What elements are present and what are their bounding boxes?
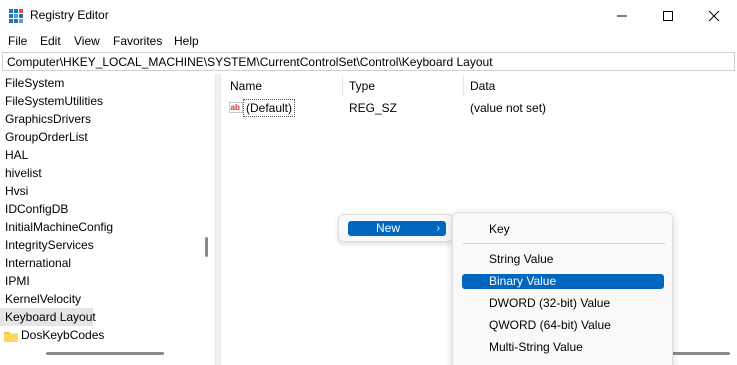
menu-favorites[interactable]: Favorites bbox=[113, 34, 162, 48]
string-value-icon: ab bbox=[229, 100, 243, 114]
tree-item-label: DosKeybCodes bbox=[21, 328, 105, 342]
menu-item-binary-value[interactable]: Binary Value bbox=[462, 274, 664, 289]
tree-item-grouporderlist[interactable]: GroupOrderList bbox=[0, 128, 88, 146]
tree-item-hvsi[interactable]: Hvsi bbox=[0, 182, 28, 200]
close-button[interactable] bbox=[691, 0, 737, 31]
tree-item-initialmachineconfig[interactable]: InitialMachineConfig bbox=[0, 218, 113, 236]
minimize-button[interactable] bbox=[599, 0, 645, 31]
tree-item-keyboard-layout[interactable]: Keyboard Layout bbox=[0, 308, 96, 326]
menu-view[interactable]: View bbox=[74, 34, 100, 48]
new-submenu: Key String Value Binary Value DWORD (32-… bbox=[452, 212, 673, 365]
svg-text:ab: ab bbox=[231, 103, 240, 112]
column-divider[interactable] bbox=[342, 76, 343, 96]
title-bar: Registry Editor bbox=[0, 0, 737, 31]
chevron-right-icon: › bbox=[436, 223, 440, 234]
tree-item-hivelist[interactable]: hivelist bbox=[0, 164, 42, 182]
tree-item-idconfigdb[interactable]: IDConfigDB bbox=[0, 200, 68, 218]
tree-item-filesystemutilities[interactable]: FileSystemUtilities bbox=[0, 92, 103, 110]
tree-vertical-scrollbar[interactable] bbox=[205, 237, 208, 257]
tree-horizontal-scrollbar[interactable] bbox=[46, 352, 164, 355]
menu-item-string-value[interactable]: String Value bbox=[462, 252, 664, 267]
menu-bar: File Edit View Favorites Help bbox=[0, 31, 737, 51]
key-tree[interactable]: FileSystem FileSystemUtilities GraphicsD… bbox=[0, 74, 216, 365]
registry-editor-icon bbox=[8, 8, 24, 24]
value-data: (value not set) bbox=[470, 101, 547, 115]
tree-item-kernelvelocity[interactable]: KernelVelocity bbox=[0, 290, 81, 308]
menu-separator bbox=[463, 243, 665, 244]
address-bar[interactable]: Computer\HKEY_LOCAL_MACHINE\SYSTEM\Curre… bbox=[2, 52, 735, 71]
minimize-icon bbox=[617, 15, 627, 16]
list-horizontal-scrollbar[interactable] bbox=[670, 352, 730, 355]
menu-file[interactable]: File bbox=[8, 34, 27, 48]
context-menu: New › bbox=[338, 214, 454, 242]
menu-item-multi-string-value[interactable]: Multi-String Value bbox=[462, 340, 664, 355]
column-divider[interactable] bbox=[463, 76, 464, 96]
menu-item-dword-value[interactable]: DWORD (32-bit) Value bbox=[462, 296, 664, 311]
value-type: REG_SZ bbox=[349, 101, 398, 115]
menu-item-new[interactable]: New › bbox=[348, 221, 446, 236]
menu-item-key[interactable]: Key bbox=[462, 222, 664, 237]
column-header-name[interactable]: Name bbox=[230, 79, 262, 93]
tree-item-international[interactable]: International bbox=[0, 254, 71, 272]
folder-icon bbox=[4, 329, 18, 342]
tree-item-hal[interactable]: HAL bbox=[0, 146, 28, 164]
menu-help[interactable]: Help bbox=[174, 34, 199, 48]
maximize-button[interactable] bbox=[645, 0, 691, 31]
tree-item-integrityservices[interactable]: IntegrityServices bbox=[0, 236, 94, 254]
menu-edit[interactable]: Edit bbox=[40, 34, 61, 48]
menu-item-qword-value[interactable]: QWORD (64-bit) Value bbox=[462, 318, 664, 333]
menu-item-label: New bbox=[376, 221, 401, 235]
column-header-data[interactable]: Data bbox=[470, 79, 495, 93]
value-name: (Default) bbox=[243, 99, 296, 117]
tree-item-doskeybcodes[interactable]: DosKeybCodes bbox=[4, 326, 104, 344]
tree-item-graphicsdrivers[interactable]: GraphicsDrivers bbox=[0, 110, 91, 128]
window-title: Registry Editor bbox=[30, 8, 109, 22]
tree-item-filesystem[interactable]: FileSystem bbox=[0, 74, 64, 92]
close-icon bbox=[708, 10, 720, 21]
column-header-type[interactable]: Type bbox=[349, 79, 375, 93]
tree-item-ipmi[interactable]: IPMI bbox=[0, 272, 30, 290]
maximize-icon bbox=[663, 10, 673, 21]
